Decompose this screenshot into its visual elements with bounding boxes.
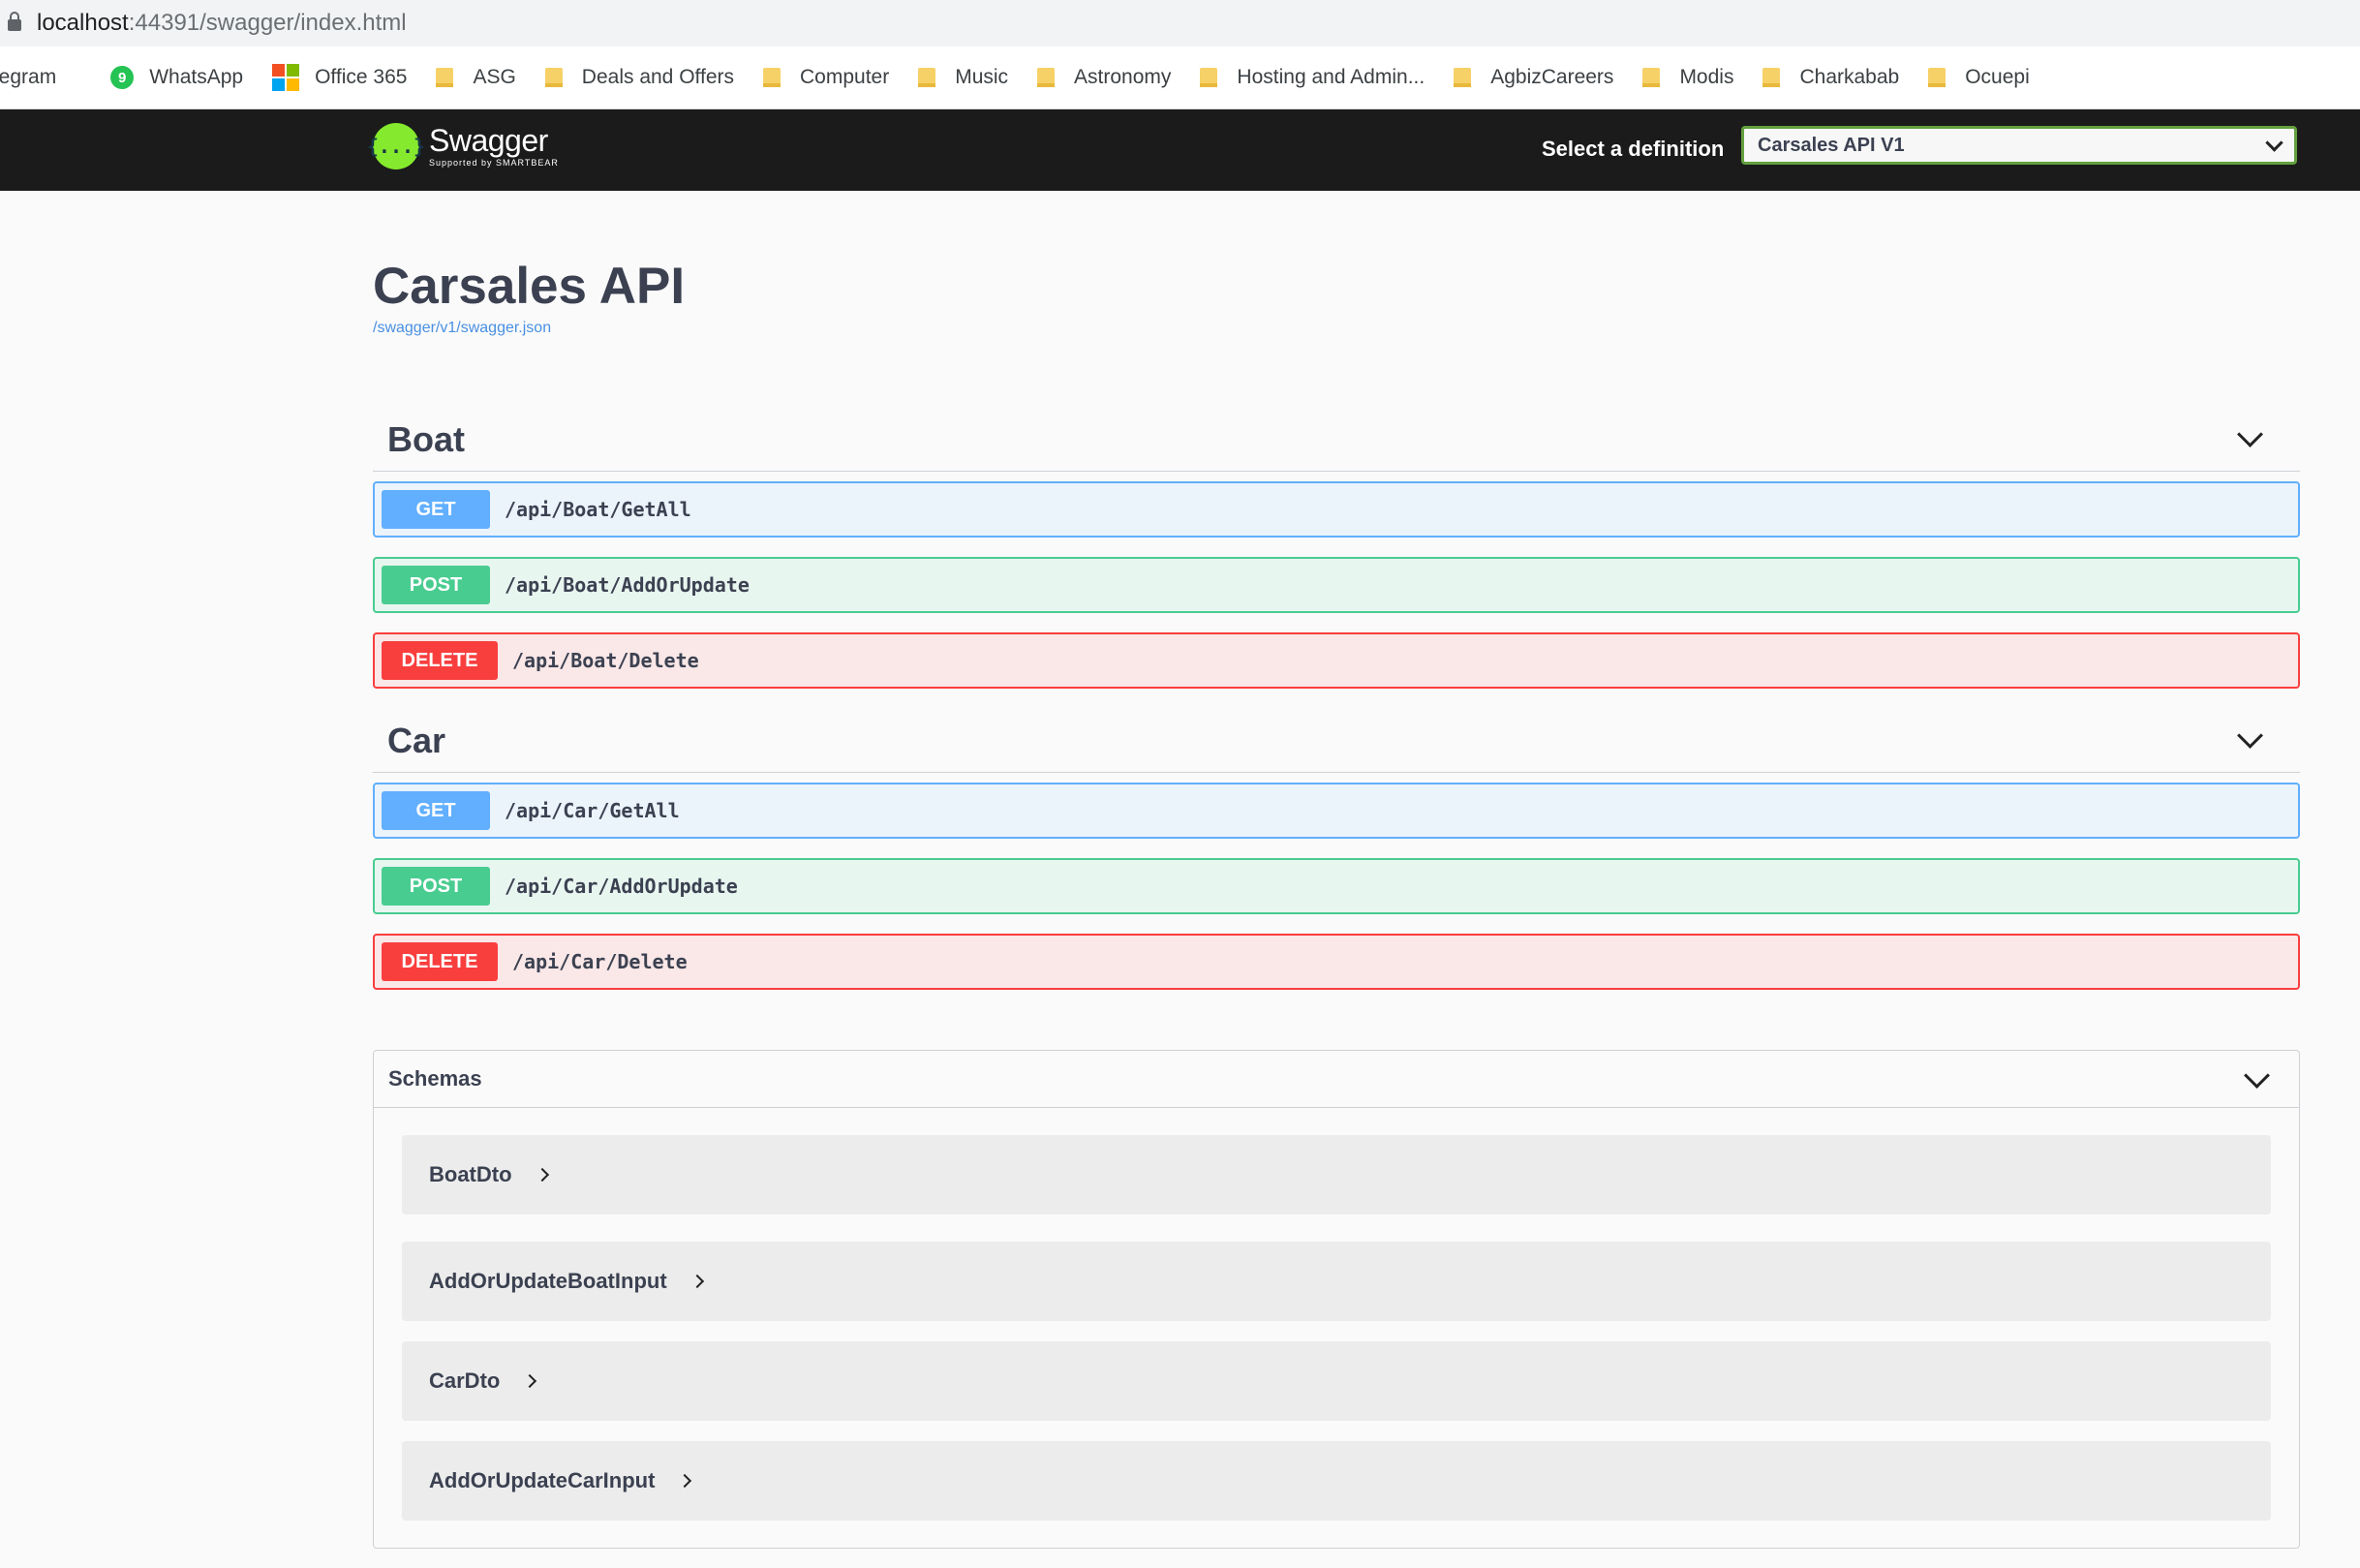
whatsapp-icon: 9: [110, 66, 135, 89]
folder-icon: [918, 68, 936, 87]
bookmark-modis[interactable]: Modis: [1642, 66, 1733, 89]
lock-icon: [8, 12, 21, 31]
schema-name: BoatDto: [429, 1162, 512, 1186]
bookmark-label: legram: [0, 66, 57, 88]
chevron-right-icon: [690, 1274, 704, 1289]
folder-icon: [436, 68, 454, 87]
bookmark-whatsapp[interactable]: 9 WhatsApp: [85, 66, 243, 89]
bookmark-deals[interactable]: Deals and Offers: [544, 66, 734, 89]
operation-car-getall[interactable]: GET /api/Car/GetAll: [373, 783, 2300, 839]
bookmarks-bar: legram 9 WhatsApp Office 365 ASG Deals a…: [0, 46, 2360, 109]
bookmark-charkabab[interactable]: Charkabab: [1762, 66, 1899, 89]
office-icon: [272, 64, 300, 91]
api-title: Carsales API: [373, 258, 686, 315]
bookmark-label: Office 365: [315, 66, 408, 88]
url-host: localhost: [37, 10, 129, 36]
bookmark-telegram[interactable]: legram: [0, 66, 56, 89]
chevron-down-icon[interactable]: [2237, 421, 2263, 447]
operation-path: /api/Car/GetAll: [505, 799, 680, 822]
method-badge: GET: [382, 791, 490, 830]
method-badge: POST: [382, 566, 490, 604]
bookmark-label: Music: [955, 66, 1009, 88]
folder-icon: [1762, 68, 1781, 87]
bookmark-label: Computer: [800, 66, 890, 88]
schema-name: CarDto: [429, 1368, 501, 1393]
bookmark-music[interactable]: Music: [918, 66, 1008, 89]
schema-item[interactable]: BoatDto: [402, 1135, 2271, 1214]
operation-path: /api/Car/Delete: [512, 950, 688, 973]
operation-boat-delete[interactable]: DELETE /api/Boat/Delete: [373, 632, 2300, 689]
bookmark-ocuepi[interactable]: Ocuepi: [1928, 66, 2030, 89]
chevron-right-icon: [678, 1473, 692, 1489]
bookmark-label: Hosting and Admin...: [1237, 66, 1425, 88]
chevron-down-icon[interactable]: [2244, 1062, 2270, 1089]
operation-path: /api/Boat/AddOrUpdate: [505, 573, 750, 597]
tag-name: Car: [387, 720, 446, 760]
bookmark-label: Charkabab: [1799, 66, 1900, 88]
url-path: :44391/swagger/index.html: [128, 10, 407, 36]
operation-path: /api/Boat/Delete: [512, 649, 699, 672]
folder-icon: [544, 68, 563, 87]
folder-icon: [763, 68, 781, 87]
bookmark-label: Modis: [1679, 66, 1734, 88]
bookmark-label: Ocuepi: [1965, 66, 2030, 88]
schema-name: AddOrUpdateBoatInput: [429, 1269, 667, 1293]
schema-item[interactable]: AddOrUpdateCarInput: [402, 1441, 2271, 1521]
bookmark-computer[interactable]: Computer: [763, 66, 889, 89]
bookmark-label: ASG: [473, 66, 516, 88]
swagger-topbar: {...} Swagger Supported by SMARTBEAR Sel…: [0, 109, 2360, 191]
schemas-section: Schemas BoatDto AddOrUpdateBoatInput Car…: [373, 1050, 2300, 1549]
definition-select[interactable]: Carsales API V1: [1741, 126, 2297, 165]
tag-name: Boat: [387, 418, 465, 459]
swagger-logo[interactable]: {...} Swagger Supported by SMARTBEAR: [367, 123, 559, 169]
chevron-right-icon: [535, 1167, 549, 1183]
operation-car-delete[interactable]: DELETE /api/Car/Delete: [373, 934, 2300, 990]
method-badge: DELETE: [382, 641, 498, 680]
schema-name: AddOrUpdateCarInput: [429, 1468, 656, 1492]
folder-icon: [1642, 68, 1661, 87]
schema-item[interactable]: AddOrUpdateBoatInput: [402, 1242, 2271, 1321]
logo-name: Swagger: [429, 123, 548, 158]
chevron-down-icon: [2265, 133, 2283, 152]
folder-icon: [1200, 68, 1218, 87]
definition-value: Carsales API V1: [1758, 134, 1905, 156]
folder-icon: [1037, 68, 1056, 87]
bookmark-label: WhatsApp: [149, 66, 244, 88]
method-badge: DELETE: [382, 942, 498, 981]
bookmark-label: Deals and Offers: [581, 66, 734, 88]
schema-item[interactable]: CarDto: [402, 1341, 2271, 1421]
method-badge: GET: [382, 490, 490, 529]
chevron-right-icon: [523, 1373, 537, 1389]
folder-icon: [1454, 68, 1472, 87]
definition-label: Select a definition: [1542, 137, 1725, 161]
tag-header-boat[interactable]: Boat: [373, 408, 2300, 472]
address-bar[interactable]: localhost:44391/swagger/index.html: [0, 0, 2360, 46]
bookmark-label: Astronomy: [1074, 66, 1172, 88]
operation-car-addorupdate[interactable]: POST /api/Car/AddOrUpdate: [373, 858, 2300, 914]
schemas-header[interactable]: Schemas: [374, 1051, 2299, 1108]
operation-path: /api/Car/AddOrUpdate: [505, 875, 738, 898]
spec-url-link[interactable]: /swagger/v1/swagger.json: [373, 320, 551, 337]
operation-path: /api/Boat/GetAll: [505, 498, 691, 521]
operation-boat-getall[interactable]: GET /api/Boat/GetAll: [373, 481, 2300, 538]
swagger-logo-icon: {...}: [367, 123, 425, 169]
tag-header-car[interactable]: Car: [373, 709, 2300, 773]
bookmark-hosting[interactable]: Hosting and Admin...: [1200, 66, 1425, 89]
folder-icon: [1928, 68, 1946, 87]
bookmark-agbizcareers[interactable]: AgbizCareers: [1454, 66, 1613, 89]
chevron-down-icon[interactable]: [2237, 723, 2263, 749]
bookmark-office-365[interactable]: Office 365: [272, 64, 407, 91]
method-badge: POST: [382, 867, 490, 906]
schemas-title: Schemas: [388, 1066, 482, 1091]
operation-boat-addorupdate[interactable]: POST /api/Boat/AddOrUpdate: [373, 557, 2300, 613]
logo-subtitle: Supported by SMARTBEAR: [429, 158, 559, 168]
bookmark-label: AgbizCareers: [1490, 66, 1614, 88]
bookmark-asg[interactable]: ASG: [436, 66, 516, 89]
bookmark-astronomy[interactable]: Astronomy: [1037, 66, 1171, 89]
